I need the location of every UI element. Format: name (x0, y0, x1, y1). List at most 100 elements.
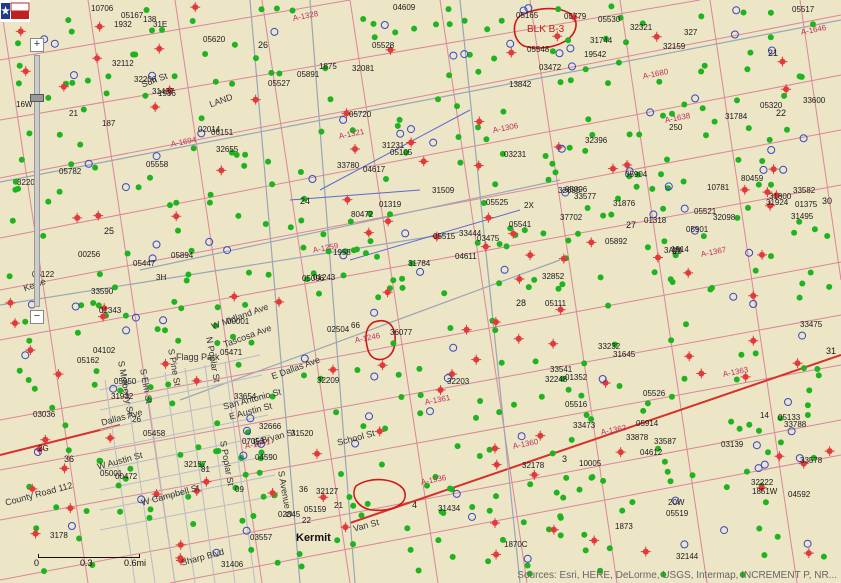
oil-well-marker[interactable] (483, 136, 490, 143)
oil-well-marker[interactable] (745, 125, 752, 132)
oil-well-marker[interactable] (491, 55, 498, 62)
oil-well-marker[interactable] (68, 28, 75, 35)
oil-well-marker[interactable] (777, 439, 784, 446)
oil-well-marker[interactable] (733, 376, 740, 383)
oil-well-marker[interactable] (734, 214, 741, 221)
oil-well-marker[interactable] (804, 412, 811, 418)
oil-well-marker[interactable] (398, 394, 405, 400)
oil-well-marker[interactable] (382, 425, 389, 432)
oil-well-marker[interactable] (316, 290, 322, 297)
oil-well-marker[interactable] (605, 80, 611, 87)
oil-well-marker[interactable] (583, 412, 590, 418)
oil-well-marker[interactable] (195, 444, 202, 451)
oil-well-marker[interactable] (122, 312, 129, 319)
oil-well-marker[interactable] (498, 359, 505, 366)
oil-well-marker[interactable] (76, 535, 83, 542)
oil-well-marker[interactable] (615, 59, 622, 66)
oil-well-marker[interactable] (493, 493, 499, 500)
oil-well-marker[interactable] (395, 371, 402, 378)
oil-well-marker[interactable] (415, 567, 422, 574)
oil-well-marker[interactable] (484, 26, 491, 33)
oil-well-marker[interactable] (333, 409, 340, 416)
oil-well-marker[interactable] (768, 181, 774, 188)
oil-well-marker[interactable] (241, 162, 248, 169)
oil-well-marker[interactable] (250, 513, 257, 519)
oil-well-marker[interactable] (15, 40, 21, 47)
oil-well-marker[interactable] (581, 360, 588, 367)
oil-well-marker[interactable] (581, 531, 588, 538)
oil-well-marker[interactable] (235, 361, 242, 368)
oil-well-marker[interactable] (22, 318, 29, 325)
oil-well-marker[interactable] (411, 25, 418, 32)
oil-well-marker[interactable] (214, 304, 221, 311)
oil-well-marker[interactable] (146, 514, 153, 521)
oil-well-marker[interactable] (475, 68, 482, 75)
oil-well-marker[interactable] (190, 521, 197, 527)
zoom-slider[interactable] (30, 55, 44, 307)
oil-well-marker[interactable] (565, 237, 572, 244)
oil-well-marker[interactable] (496, 409, 503, 416)
oil-well-marker[interactable] (608, 211, 615, 218)
map-canvas[interactable]: A-1328 A-1321 A-1259 A-1246 A-1367 A-136… (0, 0, 841, 583)
oil-well-marker[interactable] (707, 286, 714, 293)
oil-well-marker[interactable] (417, 410, 424, 417)
oil-well-marker[interactable] (768, 253, 774, 260)
oil-well-marker[interactable] (532, 358, 539, 365)
oil-well-marker[interactable] (360, 423, 367, 430)
oil-well-marker[interactable] (298, 217, 305, 224)
oil-well-marker[interactable] (744, 66, 751, 73)
oil-well-marker[interactable] (644, 400, 651, 407)
oil-well-marker[interactable] (644, 244, 651, 251)
oil-well-marker[interactable] (525, 284, 532, 291)
oil-well-marker[interactable] (552, 169, 559, 176)
oil-well-marker[interactable] (667, 478, 674, 485)
oil-well-marker[interactable] (498, 17, 505, 24)
oil-well-marker[interactable] (597, 274, 604, 281)
oil-well-marker[interactable] (826, 283, 833, 290)
oil-well-marker[interactable] (524, 562, 531, 569)
oil-well-marker[interactable] (736, 425, 743, 432)
oil-well-marker[interactable] (660, 205, 667, 212)
oil-well-marker[interactable] (142, 92, 149, 99)
oil-well-marker[interactable] (183, 277, 190, 284)
oil-well-marker[interactable] (711, 118, 718, 125)
oil-well-marker[interactable] (500, 108, 507, 115)
oil-well-marker[interactable] (124, 250, 131, 257)
oil-well-marker[interactable] (378, 461, 385, 468)
oil-well-marker[interactable] (9, 217, 16, 224)
oil-well-marker[interactable] (394, 122, 401, 129)
oil-well-marker[interactable] (367, 238, 374, 245)
oil-well-marker[interactable] (799, 280, 806, 287)
oil-well-marker[interactable] (661, 238, 668, 245)
oil-well-marker[interactable] (214, 420, 221, 427)
oil-well-marker[interactable] (41, 568, 47, 575)
oil-well-marker[interactable] (527, 481, 534, 488)
oil-well-marker[interactable] (80, 106, 87, 113)
oil-well-marker[interactable] (698, 13, 705, 20)
oil-well-marker[interactable] (796, 294, 803, 301)
oil-well-marker[interactable] (461, 17, 468, 24)
oil-well-marker[interactable] (774, 533, 781, 540)
oil-well-marker[interactable] (268, 69, 275, 76)
oil-well-marker[interactable] (26, 337, 33, 344)
oil-well-marker[interactable] (565, 37, 572, 44)
oil-well-marker[interactable] (668, 393, 675, 400)
oil-well-marker[interactable] (800, 365, 807, 372)
oil-well-marker[interactable] (212, 78, 219, 85)
oil-well-marker[interactable] (606, 545, 613, 552)
oil-well-marker[interactable] (248, 546, 255, 553)
oil-well-marker[interactable] (375, 294, 382, 301)
oil-well-marker[interactable] (807, 269, 814, 276)
oil-well-marker[interactable] (258, 6, 265, 13)
oil-well-marker[interactable] (297, 169, 304, 175)
oil-well-marker[interactable] (53, 504, 60, 511)
oil-well-marker[interactable] (435, 537, 442, 544)
oil-well-marker[interactable] (416, 365, 423, 372)
oil-well-marker[interactable] (545, 176, 552, 183)
oil-well-marker[interactable] (623, 39, 629, 46)
oil-well-marker[interactable] (175, 337, 182, 344)
oil-well-marker[interactable] (165, 381, 172, 388)
oil-well-marker[interactable] (735, 156, 742, 163)
oil-well-marker[interactable] (576, 486, 583, 493)
oil-well-marker[interactable] (360, 16, 367, 22)
